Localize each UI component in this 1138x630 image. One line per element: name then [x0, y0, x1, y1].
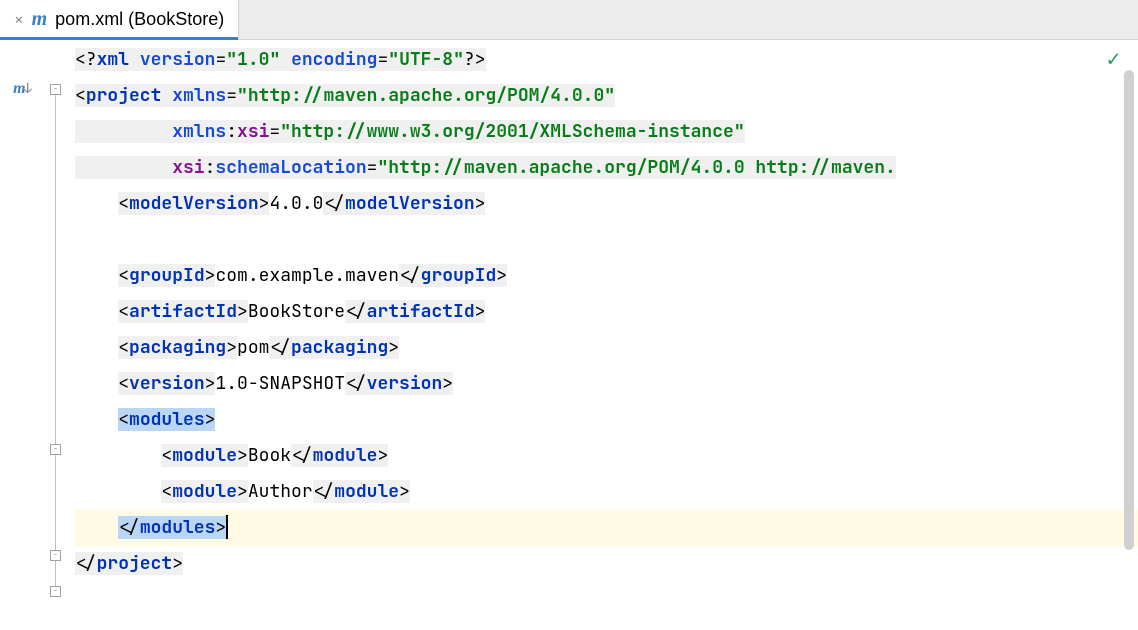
code-line[interactable]: <modules> — [75, 402, 1138, 438]
code-line[interactable]: <?xml version="1.0" encoding="UTF-8"?> — [75, 42, 1138, 78]
fold-line-modules — [55, 446, 56, 554]
maven-gutter-icon[interactable]: m↓ — [13, 76, 32, 99]
left-gutter: m↓ — [0, 40, 45, 630]
tab-filename: pom.xml (BookStore) — [55, 9, 224, 30]
close-tab-icon[interactable]: × — [14, 9, 24, 30]
fold-gutter: − − − − — [45, 40, 75, 630]
maven-file-icon: m — [32, 8, 48, 31]
code-line[interactable]: xsi:schemaLocation="http://maven.apache.… — [75, 150, 1138, 186]
fold-handle-modules-open[interactable]: − — [50, 444, 61, 455]
code-line[interactable]: <module>Author</module> — [75, 474, 1138, 510]
code-line[interactable]: <groupId>com.example.maven</groupId> — [75, 258, 1138, 294]
code-editor[interactable]: ✓ <?xml version="1.0" encoding="UTF-8"?>… — [75, 40, 1138, 630]
code-line[interactable]: </project> — [75, 546, 1138, 582]
code-line[interactable]: xmlns:xsi="http://www.w3.org/2001/XMLSch… — [75, 114, 1138, 150]
tab-pom-xml[interactable]: × m pom.xml (BookStore) — [0, 0, 239, 39]
scrollbar-thumb[interactable] — [1124, 70, 1134, 550]
code-line[interactable]: <version>1.0-SNAPSHOT</version> — [75, 366, 1138, 402]
inspection-ok-icon[interactable]: ✓ — [1107, 44, 1120, 73]
code-line[interactable]: <packaging>pom</packaging> — [75, 330, 1138, 366]
fold-handle-project-close[interactable]: − — [50, 586, 61, 597]
code-line[interactable]: <artifactId>BookStore</artifactId> — [75, 294, 1138, 330]
text-caret — [226, 515, 228, 539]
scrollbar[interactable] — [1124, 70, 1134, 590]
code-line[interactable] — [75, 222, 1138, 258]
editor-area: m↓ − − − − ✓ <?xml version="1.0" encodin… — [0, 40, 1138, 630]
code-line-current[interactable]: </modules> — [75, 510, 1138, 546]
code-line[interactable]: <modelVersion>4.0.0</modelVersion> — [75, 186, 1138, 222]
code-line[interactable]: <module>Book</module> — [75, 438, 1138, 474]
fold-handle-project[interactable]: − — [50, 84, 61, 95]
fold-handle-modules-close[interactable]: − — [50, 550, 61, 561]
code-line[interactable]: <project xmlns="http://maven.apache.org/… — [75, 78, 1138, 114]
tab-bar: × m pom.xml (BookStore) — [0, 0, 1138, 40]
